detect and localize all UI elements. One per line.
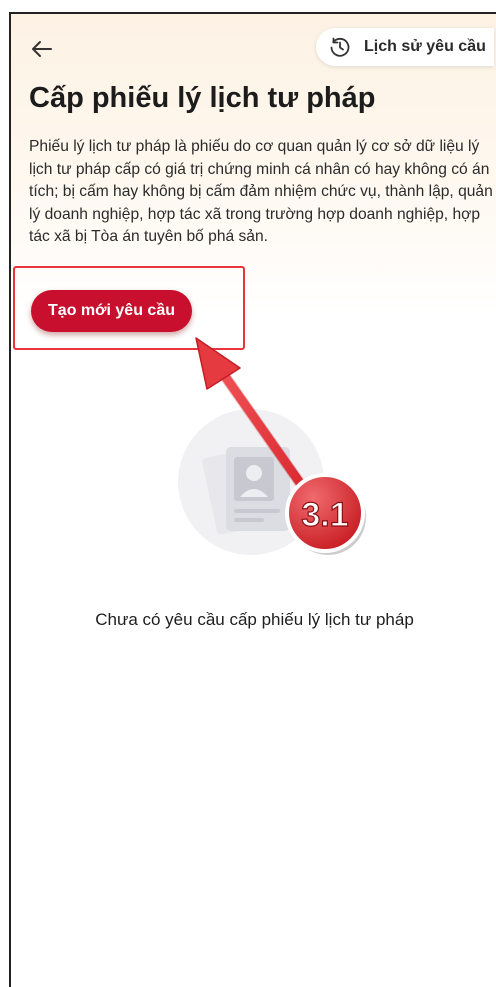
app-screen: Lịch sử yêu cầu Cấp phiếu lý lịch tư phá… — [9, 12, 496, 987]
arrow-left-icon — [32, 41, 52, 57]
history-label: Lịch sử yêu cầu — [364, 38, 486, 55]
create-request-button[interactable]: Tạo mới yêu cầu — [31, 290, 192, 332]
back-button[interactable] — [27, 34, 57, 64]
clock-history-icon — [330, 37, 350, 57]
page-title: Cấp phiếu lý lịch tư pháp — [29, 82, 376, 114]
history-button[interactable]: Lịch sử yêu cầu — [316, 28, 494, 66]
page-description: Phiếu lý lịch tư pháp là phiếu do cơ qua… — [29, 138, 493, 245]
id-card-icon — [178, 409, 324, 555]
empty-state-illustration — [176, 407, 326, 557]
empty-state-message: Chưa có yêu cầu cấp phiếu lý lịch tư phá… — [95, 610, 414, 629]
